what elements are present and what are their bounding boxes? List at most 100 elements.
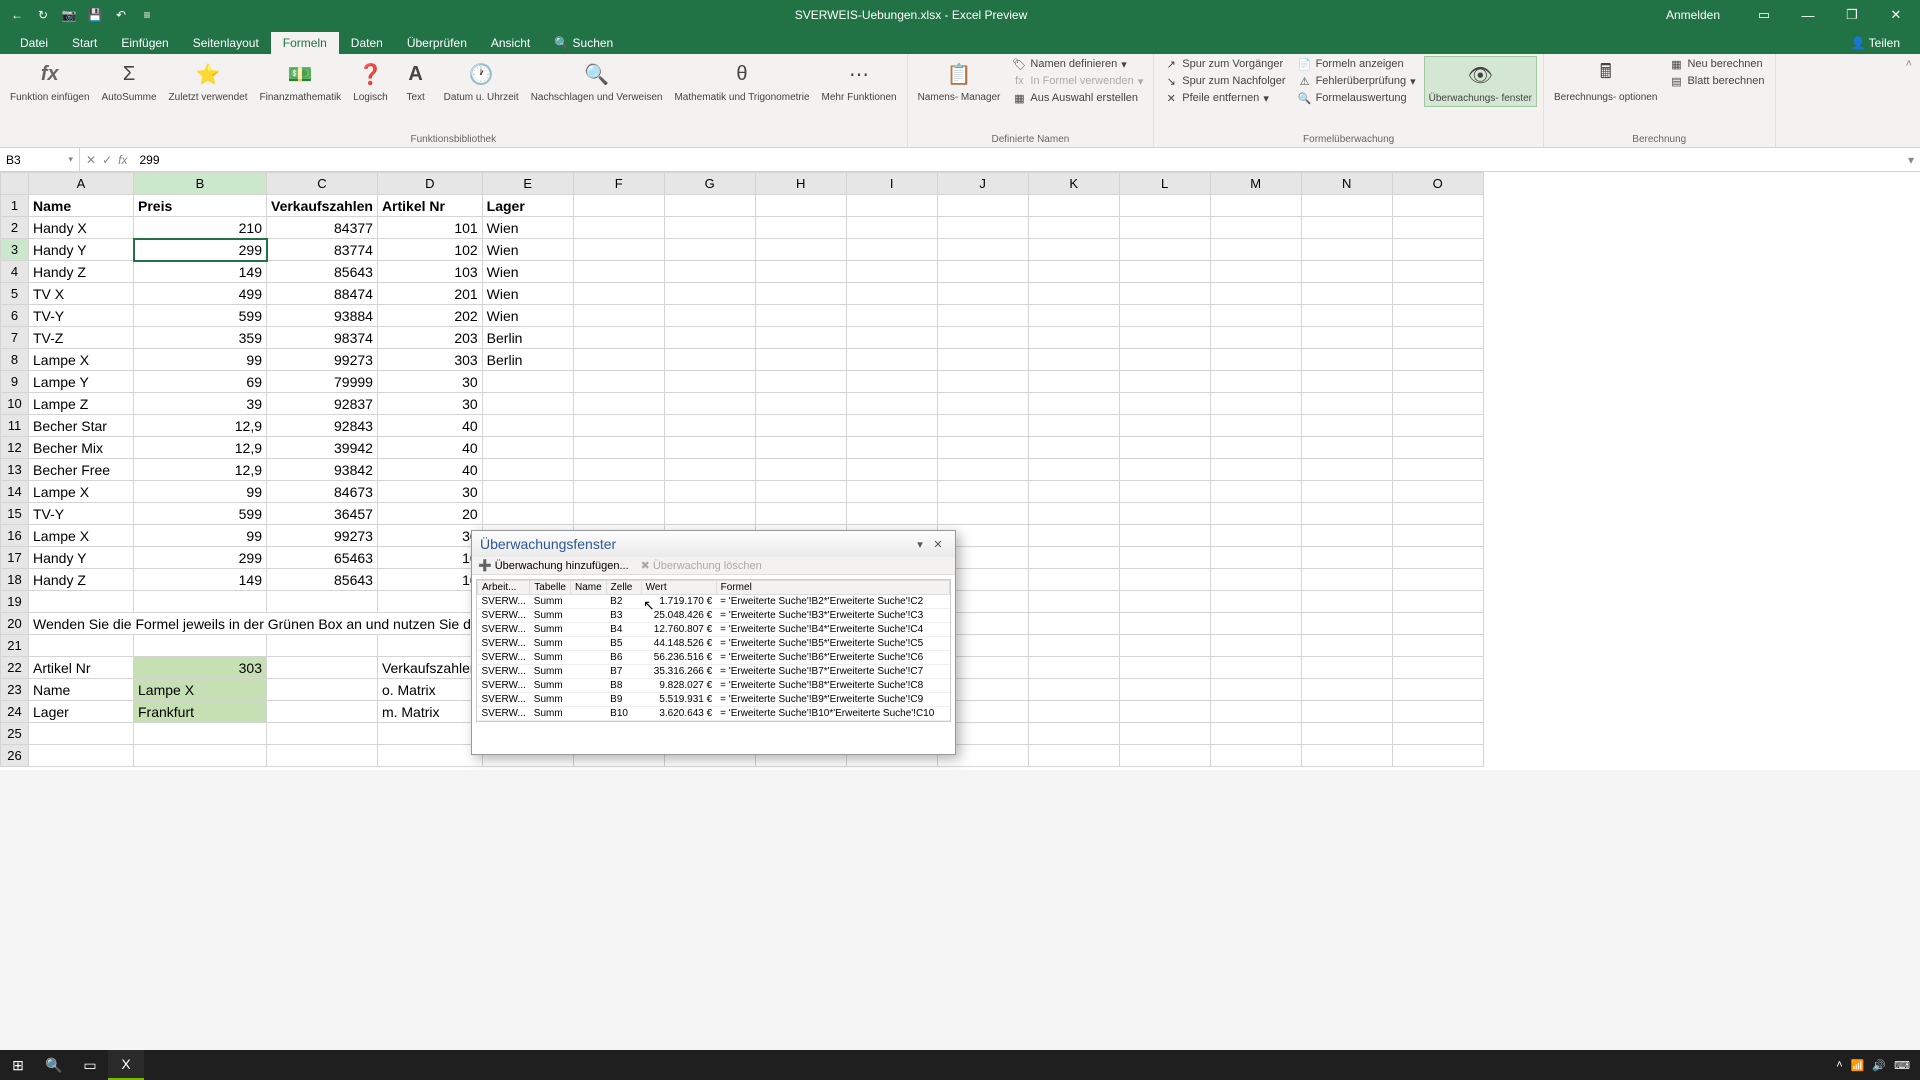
cell[interactable]	[1028, 415, 1119, 437]
define-name-button[interactable]: 🏷Namen definieren ▾	[1008, 56, 1147, 72]
cell[interactable]: TV X	[29, 283, 134, 305]
cell[interactable]	[573, 195, 664, 217]
cell[interactable]	[937, 217, 1028, 239]
cell[interactable]: 12,9	[134, 437, 267, 459]
cell[interactable]	[846, 503, 937, 525]
cell[interactable]	[1210, 503, 1301, 525]
cell[interactable]	[937, 415, 1028, 437]
cell[interactable]	[573, 437, 664, 459]
cell[interactable]	[1119, 437, 1210, 459]
tray-chevron-icon[interactable]: ˄	[1836, 1059, 1842, 1071]
cell[interactable]	[267, 745, 378, 767]
watch-window[interactable]: Überwachungsfenster ▾ ✕ ➕Überwachung hin…	[471, 530, 956, 755]
chevron-down-icon[interactable]: ▾	[68, 154, 73, 165]
cell[interactable]: Wien	[482, 217, 573, 239]
cell[interactable]	[1301, 393, 1392, 415]
cell[interactable]	[1392, 723, 1483, 745]
watch-row[interactable]: SVERW...SummB544.148.526 €= 'Erweiterte …	[478, 637, 950, 651]
cell[interactable]	[1028, 459, 1119, 481]
cell[interactable]	[1028, 503, 1119, 525]
cell[interactable]	[1392, 657, 1483, 679]
cell[interactable]	[1210, 481, 1301, 503]
excel-taskbar-icon[interactable]: X	[108, 1050, 144, 1080]
cell[interactable]	[664, 371, 755, 393]
cell[interactable]	[1028, 305, 1119, 327]
cell[interactable]: Artikel Nr	[29, 657, 134, 679]
row-header[interactable]: 10	[1, 393, 29, 415]
cell[interactable]	[1392, 195, 1483, 217]
cell[interactable]	[1301, 415, 1392, 437]
cell[interactable]	[755, 349, 846, 371]
cell[interactable]: Lampe Z	[29, 393, 134, 415]
logical-button[interactable]: ❓ Logisch	[349, 56, 391, 105]
cell[interactable]	[1119, 591, 1210, 613]
cell[interactable]	[1392, 459, 1483, 481]
cell[interactable]	[1392, 393, 1483, 415]
cell[interactable]	[482, 459, 573, 481]
cell[interactable]: 299	[134, 547, 267, 569]
expand-formula-icon[interactable]: ▾	[1902, 153, 1920, 167]
cell[interactable]: 359	[134, 327, 267, 349]
cell[interactable]	[755, 195, 846, 217]
row-header[interactable]: 13	[1, 459, 29, 481]
cell[interactable]	[937, 437, 1028, 459]
cell[interactable]	[846, 481, 937, 503]
cell[interactable]	[267, 635, 378, 657]
cell[interactable]: 149	[134, 569, 267, 591]
row-header[interactable]: 25	[1, 723, 29, 745]
cell[interactable]	[1028, 393, 1119, 415]
cell[interactable]	[1301, 701, 1392, 723]
cell[interactable]	[1210, 613, 1301, 635]
row-header[interactable]: 14	[1, 481, 29, 503]
cell[interactable]: Artikel Nr	[377, 195, 482, 217]
watch-row[interactable]: SVERW...SummB89.828.027 €= 'Erweiterte S…	[478, 679, 950, 693]
cell[interactable]	[1301, 503, 1392, 525]
qat-back-icon[interactable]: ←	[8, 6, 26, 24]
tab-ueberpruefen[interactable]: Überprüfen	[395, 32, 479, 54]
cell[interactable]	[846, 283, 937, 305]
qat-redo-icon[interactable]: ↻	[34, 6, 52, 24]
cell[interactable]: 92843	[267, 415, 378, 437]
cell[interactable]	[1119, 371, 1210, 393]
cell[interactable]	[1392, 525, 1483, 547]
cell[interactable]	[755, 503, 846, 525]
cell[interactable]	[1210, 635, 1301, 657]
cell[interactable]	[1210, 591, 1301, 613]
cell[interactable]	[755, 481, 846, 503]
ribbon-display-icon[interactable]: ▭	[1744, 0, 1784, 30]
cell[interactable]	[755, 459, 846, 481]
watch-close-icon[interactable]: ✕	[929, 535, 947, 553]
cell[interactable]	[755, 371, 846, 393]
tab-suchen[interactable]: 🔍 Suchen	[542, 32, 625, 54]
qat-undo-icon[interactable]: ↶	[112, 6, 130, 24]
watch-row[interactable]: SVERW...SummB656.236.516 €= 'Erweiterte …	[478, 651, 950, 665]
cell[interactable]	[1301, 745, 1392, 767]
cell[interactable]	[1392, 591, 1483, 613]
cell[interactable]	[1392, 701, 1483, 723]
watch-window-button[interactable]: 👁 Überwachungs- fenster	[1424, 56, 1537, 107]
row-header[interactable]: 23	[1, 679, 29, 701]
column-header[interactable]: A	[29, 173, 134, 195]
row-header[interactable]: 6	[1, 305, 29, 327]
recently-used-button[interactable]: ⭐ Zuletzt verwendet	[165, 56, 252, 105]
cell[interactable]: Name	[29, 195, 134, 217]
cell[interactable]: TV-Y	[29, 305, 134, 327]
column-header[interactable]: C	[267, 173, 378, 195]
cell[interactable]	[1028, 349, 1119, 371]
cell[interactable]: m. Matrix	[377, 701, 482, 723]
cell[interactable]	[1119, 503, 1210, 525]
cell[interactable]	[755, 239, 846, 261]
cell[interactable]: Name	[29, 679, 134, 701]
watch-row[interactable]: SVERW...SummB21.719.170 €= 'Erweiterte S…	[478, 595, 950, 609]
cell[interactable]	[1301, 679, 1392, 701]
cell[interactable]	[377, 591, 482, 613]
column-header[interactable]: E	[482, 173, 573, 195]
cell[interactable]: 39942	[267, 437, 378, 459]
use-in-formula-button[interactable]: fxIn Formel verwenden ▾	[1008, 73, 1147, 89]
cell[interactable]	[1210, 723, 1301, 745]
cell[interactable]	[1392, 437, 1483, 459]
cell[interactable]	[1028, 481, 1119, 503]
cell[interactable]	[937, 393, 1028, 415]
watch-row[interactable]: SVERW...SummB103.620.643 €= 'Erweiterte …	[478, 707, 950, 721]
close-button[interactable]: ✕	[1876, 0, 1916, 30]
